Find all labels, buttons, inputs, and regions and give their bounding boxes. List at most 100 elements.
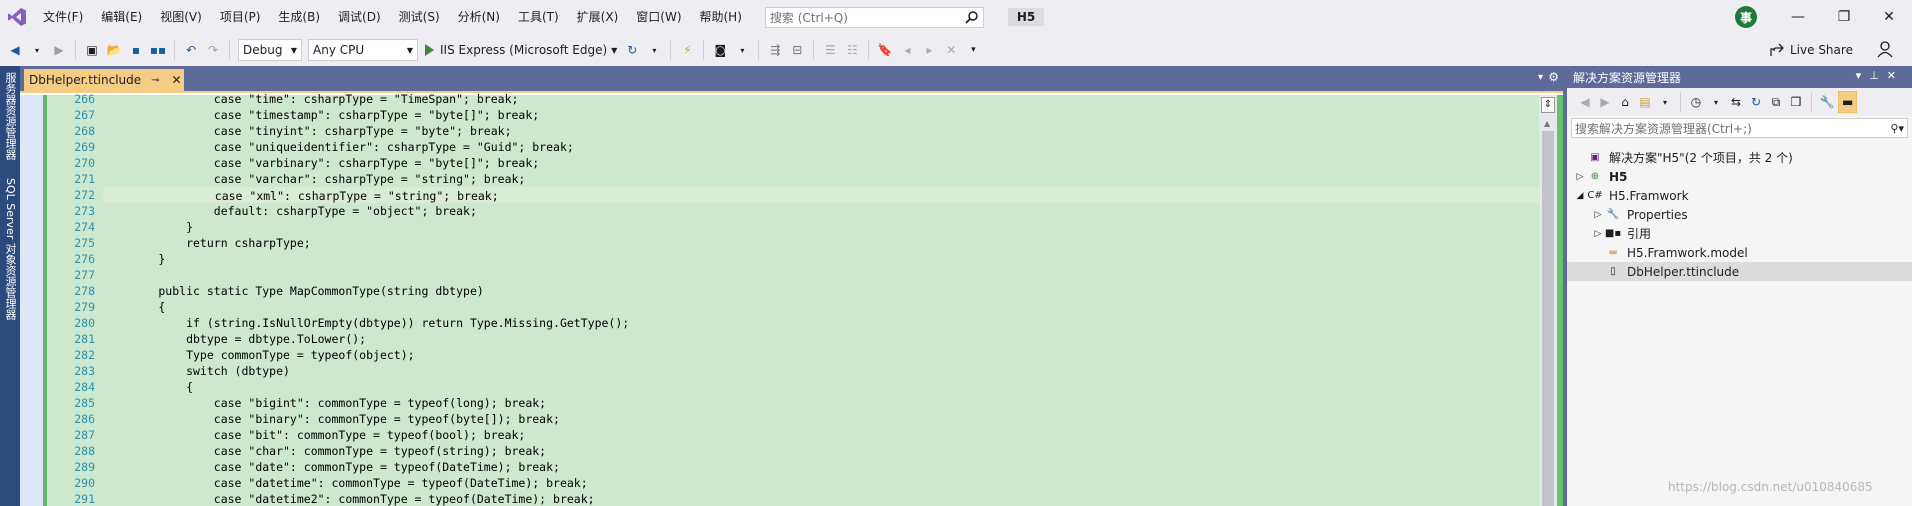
solution-search-input[interactable]: 搜索解决方案资源管理器(Ctrl+;) ⚲▾ xyxy=(1571,118,1908,138)
overflow-icon[interactable]: ▾ xyxy=(963,39,983,61)
menu-item[interactable]: 调试(D) xyxy=(329,0,390,34)
save-all-icon[interactable]: ▪▪ xyxy=(148,39,168,61)
menu-item[interactable]: 工具(T) xyxy=(509,0,568,34)
minimize-button[interactable]: — xyxy=(1775,0,1821,34)
tree-item[interactable]: ▯ DbHelper.ttinclude xyxy=(1567,262,1912,281)
code-line[interactable]: case "binary": commonType = typeof(byte[… xyxy=(103,411,1559,427)
code-line[interactable] xyxy=(103,267,1559,283)
code-line[interactable]: case "time": csharpType = "TimeSpan"; br… xyxy=(103,91,1559,107)
tree-item[interactable]: ▣ 解决方案"H5"(2 个项目，共 2 个) xyxy=(1567,148,1912,167)
code-line[interactable]: case "bit": commonType = typeof(bool); b… xyxy=(103,427,1559,443)
code-line[interactable]: dbtype = dbtype.ToLower(); xyxy=(103,331,1559,347)
tab-overflow-icon[interactable]: ▾ xyxy=(1538,72,1543,83)
code-line[interactable]: case "char": commonType = typeof(string)… xyxy=(103,443,1559,459)
code-line[interactable]: public static Type MapCommonType(string … xyxy=(103,283,1559,299)
code-line[interactable]: } xyxy=(103,251,1559,267)
window-position-icon[interactable]: ▾ xyxy=(1856,69,1870,82)
home-icon[interactable]: ⌂ xyxy=(1616,91,1634,113)
code-line[interactable]: { xyxy=(103,379,1559,395)
code-line[interactable]: case "xml": csharpType = "string"; break… xyxy=(103,187,1559,203)
forward-icon[interactable]: ▶ xyxy=(49,39,69,61)
close-pane-icon[interactable]: ✕ xyxy=(1887,69,1904,82)
next-bookmark-icon[interactable]: ▸ xyxy=(919,39,939,61)
menu-item[interactable]: 生成(B) xyxy=(269,0,329,34)
vertical-scrollbar[interactable]: ⇕ ▲ xyxy=(1539,95,1557,506)
collapse-all-icon[interactable]: ⧉ xyxy=(1767,91,1785,113)
dropdown-arrow-icon[interactable]: ▾ xyxy=(1707,91,1725,113)
code-area[interactable]: case "time": csharpType = "TimeSpan"; br… xyxy=(103,92,1559,506)
undo-icon[interactable]: ↶ xyxy=(181,39,201,61)
expand-arrow-icon[interactable]: ◢ xyxy=(1573,191,1587,201)
open-file-icon[interactable]: 📂 xyxy=(104,39,124,61)
clear-bookmarks-icon[interactable]: ✕ xyxy=(941,39,961,61)
restore-button[interactable]: ❐ xyxy=(1821,0,1867,34)
save-icon[interactable]: ▪ xyxy=(126,39,146,61)
pending-changes-icon[interactable]: ◷ xyxy=(1687,91,1705,113)
step-icon[interactable]: ⇶ xyxy=(765,39,785,61)
code-line[interactable]: case "date": commonType = typeof(DateTim… xyxy=(103,459,1559,475)
gear-icon[interactable]: ⚙ xyxy=(1548,70,1559,84)
comment-icon[interactable]: ☰ xyxy=(820,39,840,61)
code-line[interactable]: case "varbinary": csharpType = "byte[]";… xyxy=(103,155,1559,171)
forward-icon[interactable]: ▶ xyxy=(1596,91,1614,113)
back-icon[interactable]: ◀ xyxy=(1576,91,1594,113)
sql-server-explorer-tab[interactable]: SQL Server 对象资源管理器 xyxy=(2,178,18,320)
sync-icon[interactable]: ⇆ xyxy=(1727,91,1745,113)
code-line[interactable]: case "datetime": commonType = typeof(Dat… xyxy=(103,475,1559,491)
code-line[interactable]: case "tinyint": csharpType = "byte"; bre… xyxy=(103,123,1559,139)
menu-item[interactable]: 项目(P) xyxy=(211,0,270,34)
expand-arrow-icon[interactable]: ▷ xyxy=(1591,229,1605,239)
uncomment-icon[interactable]: ☷ xyxy=(842,39,862,61)
menu-item[interactable]: 帮助(H) xyxy=(691,0,751,34)
code-line[interactable]: case "uniqueidentifier": csharpType = "G… xyxy=(103,139,1559,155)
new-project-icon[interactable]: ▣ xyxy=(82,39,102,61)
redo-icon[interactable]: ↷ xyxy=(203,39,223,61)
code-line[interactable]: switch (dbtype) xyxy=(103,363,1559,379)
prev-bookmark-icon[interactable]: ◂ xyxy=(897,39,917,61)
menu-item[interactable]: 扩展(X) xyxy=(568,0,628,34)
code-line[interactable]: return csharpType; xyxy=(103,235,1559,251)
live-share-button[interactable]: Live Share xyxy=(1770,34,1853,66)
close-tab-icon[interactable]: ✕ xyxy=(172,73,182,87)
menu-item[interactable]: 文件(F) xyxy=(34,0,92,34)
scrollbar-thumb[interactable] xyxy=(1542,131,1554,506)
menu-item[interactable]: 分析(N) xyxy=(449,0,509,34)
preview-selected-icon[interactable]: ▬ xyxy=(1838,91,1858,113)
tree-item[interactable]: ▷ 🔧 Properties xyxy=(1567,205,1912,224)
tree-item[interactable]: ▷ ⊕ H5 xyxy=(1567,167,1912,186)
avatar[interactable]: 事 xyxy=(1735,6,1757,28)
dropdown-arrow-icon[interactable]: ▾ xyxy=(1656,91,1674,113)
close-button[interactable]: ✕ xyxy=(1866,0,1912,34)
show-all-files-icon[interactable]: ❒ xyxy=(1787,91,1805,113)
menu-item[interactable]: 测试(S) xyxy=(390,0,449,34)
switch-views-icon[interactable]: ▤ xyxy=(1636,91,1654,113)
code-line[interactable]: Type commonType = typeof(object); xyxy=(103,347,1559,363)
dropdown-arrow-icon[interactable]: ▾ xyxy=(644,39,664,61)
bookmark-icon[interactable]: 🔖 xyxy=(875,39,895,61)
expand-arrow-icon[interactable]: ▷ xyxy=(1591,210,1605,220)
search-input[interactable]: 搜索 (Ctrl+Q) xyxy=(764,6,984,28)
start-debugging-button[interactable]: IIS Express (Microsoft Edge) ▼ xyxy=(425,43,617,57)
back-icon[interactable]: ◀ xyxy=(5,39,25,61)
solution-configuration-select[interactable]: Debug ▼ xyxy=(238,39,302,61)
scroll-up-icon[interactable]: ▲ xyxy=(1544,119,1550,128)
tree-item[interactable]: ▷ ■▪ 引用 xyxy=(1567,224,1912,243)
account-icon[interactable] xyxy=(1876,40,1894,61)
server-explorer-tab[interactable]: 服务器资源管理器 xyxy=(2,72,18,160)
dropdown-arrow-icon[interactable]: ▾ xyxy=(732,39,752,61)
code-line[interactable]: case "timestamp": csharpType = "byte[]";… xyxy=(103,107,1559,123)
refresh-icon[interactable]: ↻ xyxy=(622,39,642,61)
properties-wrench-icon[interactable]: 🔧 xyxy=(1818,91,1836,113)
menu-item[interactable]: 视图(V) xyxy=(151,0,211,34)
screenshot-icon[interactable]: ◙ xyxy=(710,39,730,61)
code-line[interactable]: case "datetime2": commonType = typeof(Da… xyxy=(103,491,1559,506)
breakpoint-icon[interactable]: ⊟ xyxy=(787,39,807,61)
expand-arrow-icon[interactable]: ▷ xyxy=(1573,172,1587,182)
code-editor[interactable]: 266 267 268 269 270 271 272 273 274 275 276 277 278 2… xyxy=(20,92,1563,506)
code-line[interactable]: case "varchar": csharpType = "string"; b… xyxy=(103,171,1559,187)
code-line[interactable]: default: csharpType = "object"; break; xyxy=(103,203,1559,219)
pin-icon[interactable]: ⊸ xyxy=(151,75,159,86)
code-line[interactable]: { xyxy=(103,299,1559,315)
code-line[interactable]: if (string.IsNullOrEmpty(dbtype)) return… xyxy=(103,315,1559,331)
split-editor-icon[interactable]: ⇕ xyxy=(1541,97,1555,113)
